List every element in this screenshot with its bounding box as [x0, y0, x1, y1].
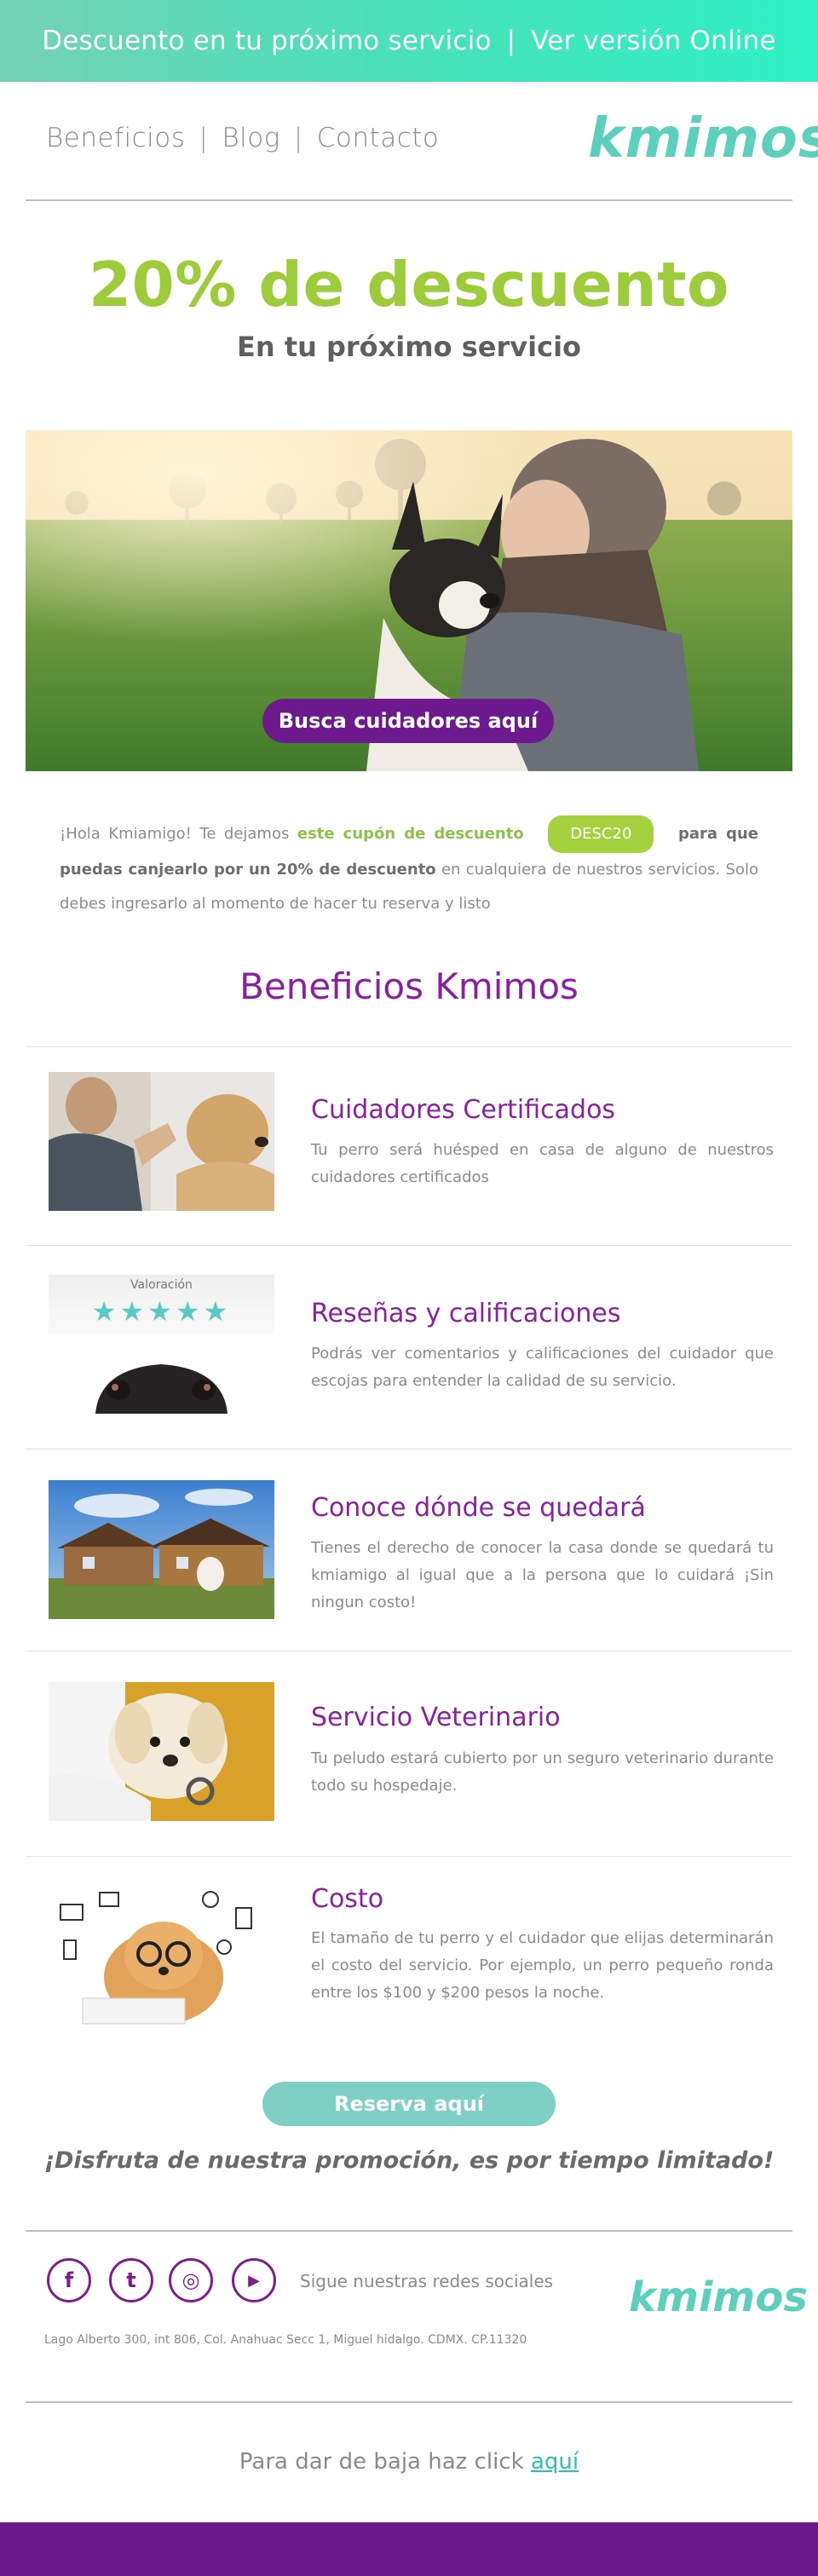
intro-paragraph: ¡Hola Kmiamigo! Te dejamos este cupón de… [60, 815, 758, 921]
nav-item-blog[interactable]: Blog [222, 123, 279, 153]
benefit-description: Podrás ver comentarios y calificaciones … [311, 1345, 774, 1390]
kmimos-logo[interactable]: kmimos [588, 107, 818, 170]
benefit-title: Servicio Veterinario [311, 1703, 561, 1732]
benefit-description: Tienes el derecho de conocer la casa don… [311, 1539, 774, 1611]
benefit-image-rating: Valoración ★★★★★ [49, 1275, 274, 1414]
footer-divider [26, 2230, 792, 2232]
hero-image: Busca cuidadores aquí [26, 430, 792, 771]
benefits-title: Beneficios Kmimos [239, 965, 579, 1007]
closing-message: ¡Disfruta de nuestra promoción, es por t… [43, 2147, 775, 2174]
star-rating-icon: ★★★★★ [91, 1295, 232, 1328]
header-nav: Beneficios | Blog | Contacto [46, 123, 439, 153]
benefit-description: Tu perro será huésped en casa de alguno … [311, 1141, 774, 1186]
divider [26, 1856, 792, 1857]
view-online-link[interactable]: Ver versión Online [531, 26, 775, 56]
nav-item-contacto[interactable]: Contacto [317, 123, 440, 153]
rating-caption: Valoración [130, 1278, 193, 1292]
bottom-bar [0, 2522, 818, 2576]
benefit-title: Cuidadores Certificados [311, 1095, 616, 1125]
intro-text: ¡Hola Kmiamigo! Te dejamos [60, 825, 290, 843]
unsubscribe-line: Para dar de baja haz click aquí [0, 2449, 818, 2475]
benefit-title: Reseñas y calificaciones [311, 1299, 621, 1328]
top-banner: Descuento en tu próximo servicio | Ver v… [0, 0, 818, 82]
search-caregivers-button[interactable]: Busca cuidadores aquí [262, 699, 554, 743]
page-title: 20% de descuento [89, 249, 729, 320]
coupon-highlight: este cupón de descuento [297, 825, 524, 843]
facebook-icon[interactable]: f [47, 2258, 91, 2302]
youtube-icon[interactable]: ▶ [232, 2258, 276, 2302]
benefit-title: Costo [311, 1884, 384, 1914]
nav-item-beneficios[interactable]: Beneficios [46, 123, 185, 153]
reserve-button[interactable]: Reserva aquí [262, 2082, 556, 2126]
divider [26, 1046, 792, 1047]
benefit-image-house [49, 1480, 274, 1619]
header-divider [26, 199, 792, 201]
footer-logo[interactable]: kmimos [629, 2273, 808, 2321]
benefit-description: El tamaño de tu perro y el cuidador que … [311, 1929, 774, 2002]
logo-text: kmimos [588, 107, 818, 170]
nav-separator: | [199, 123, 209, 153]
benefit-image-vet [49, 1682, 274, 1821]
instagram-icon[interactable]: ◎ [169, 2258, 213, 2302]
logo-text: kmimos [629, 2273, 808, 2321]
social-text: Sigue nuestras redes sociales [300, 2271, 554, 2291]
page-subtitle: En tu próximo servicio [236, 331, 582, 363]
footer-divider [26, 2401, 792, 2403]
promo-link[interactable]: Descuento en tu próximo servicio [42, 26, 491, 56]
company-address: Lago Alberto 300, int 806, Col. Anahuac … [44, 2333, 527, 2347]
unsubscribe-text: Para dar de baja haz click [239, 2449, 524, 2475]
benefit-description: Tu peludo estará cubierto por un seguro … [311, 1749, 774, 1795]
unsubscribe-link[interactable]: aquí [531, 2449, 579, 2475]
twitter-icon[interactable]: t [109, 2258, 153, 2302]
nav-separator: | [293, 123, 303, 153]
benefit-image-man-dog [49, 1072, 274, 1211]
topbar-separator: | [506, 26, 516, 56]
benefit-image-pomeranian [49, 1887, 274, 2026]
divider [26, 1245, 792, 1246]
coupon-code-badge[interactable]: DESC20 [548, 815, 654, 853]
benefit-title: Conoce dónde se quedará [311, 1493, 646, 1523]
